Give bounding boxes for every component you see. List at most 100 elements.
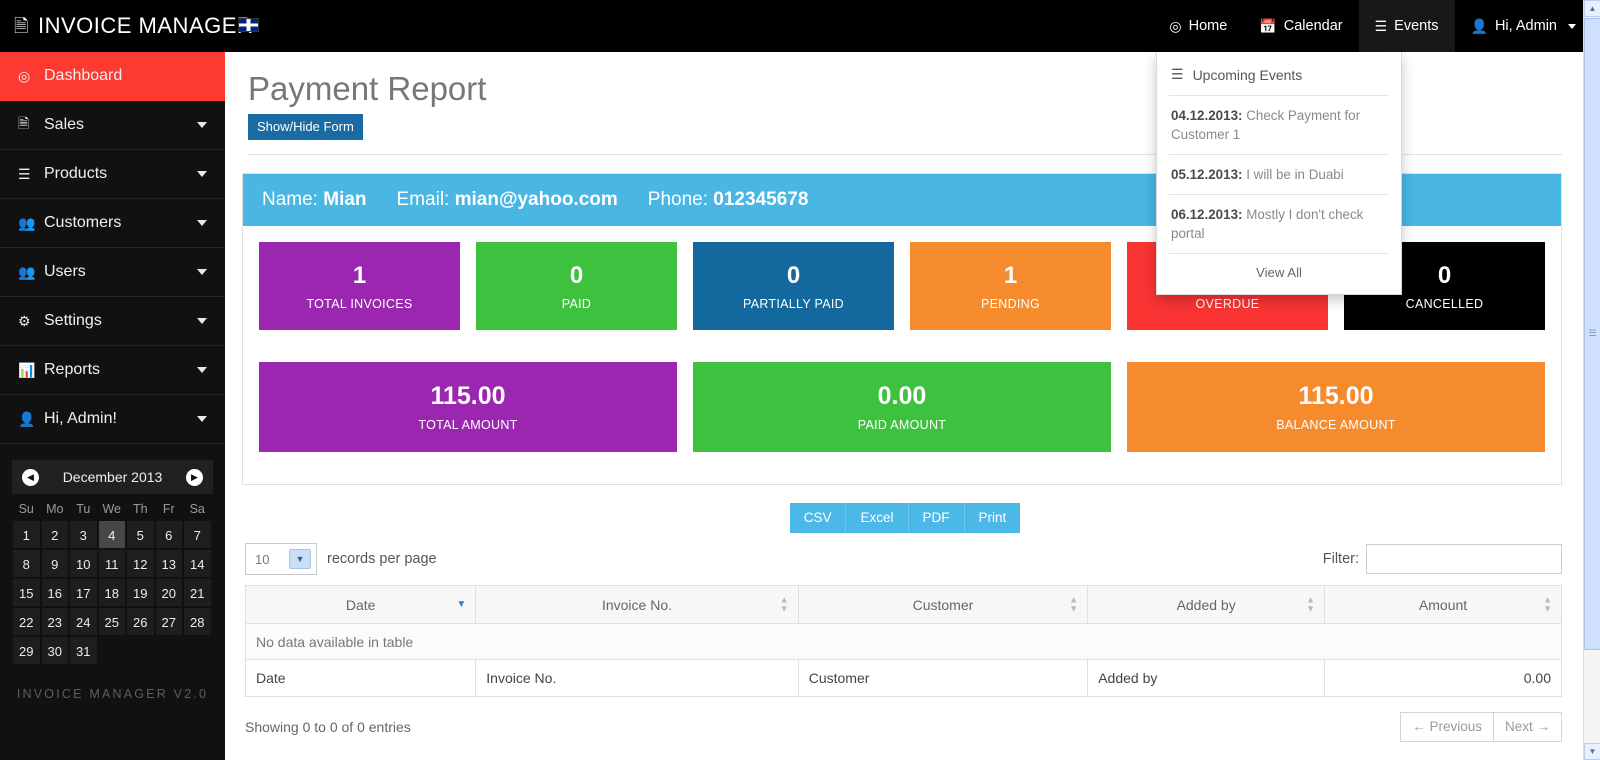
amount-value: 115.00 [1298,382,1374,410]
calendar-day[interactable]: 16 [40,578,69,607]
brand-title: INVOICE MANAGER [37,13,254,38]
column-header-date[interactable]: Date ▼ [244,585,477,624]
calendar-day[interactable]: 11 [97,549,126,578]
calendar-prev-icon[interactable]: ◀ [22,468,39,486]
calendar-day[interactable]: 30 [40,636,69,665]
calendar-day[interactable]: 24 [69,607,98,636]
event-item[interactable]: 04.12.2013: Check Payment for Customer 1 [1157,96,1401,154]
calendar-day[interactable]: 12 [126,549,155,578]
header-label: Date [345,596,376,613]
calendar-day[interactable]: 31 [69,636,98,665]
nav-item-home[interactable]: ◎ Home [1153,0,1243,52]
calendar-day[interactable]: 8 [12,549,41,578]
dow-label: Fr [162,502,175,516]
payment-report-table: Date ▼ Invoice No. ▲ ▼ Customer ▲ ▼ Added … [244,585,1562,697]
column-header-invoice-no[interactable]: Invoice No. ▲ ▼ [475,585,799,624]
footer-invoice-no: Invoice No. [475,659,799,697]
filter-input[interactable] [1366,544,1562,574]
column-header-added-by[interactable]: Added by ▲ ▼ [1087,585,1326,624]
top-navigation-bar: 🗎 INVOICE MANAGER ◎ Home 📅 Calendar ☰ Ev… [0,0,1600,52]
brand-logo[interactable]: 🗎 INVOICE MANAGER [14,0,253,52]
calendar-day[interactable]: 21 [183,578,212,607]
scroll-down-icon[interactable]: ▼ [1584,743,1600,760]
export-excel-button[interactable]: Excel [846,503,909,533]
stat-tile-total-invoices[interactable]: 1 TOTAL INVOICES [259,242,460,330]
calendar-day[interactable]: 27 [154,607,183,636]
view-all-link[interactable]: View All [1157,254,1401,292]
calendar-day[interactable]: 18 [97,578,126,607]
sidebar-label: Hi, Admin! [44,410,117,427]
amount-tile-paid[interactable]: 0.00 PAID AMOUNT [693,362,1111,452]
event-item[interactable]: 05.12.2013: I will be in Duabi [1157,155,1401,194]
calendar-day[interactable]: 19 [126,578,155,607]
nav-item-calendar[interactable]: 📅 Calendar [1243,0,1358,52]
scroll-up-icon[interactable]: ▲ [1584,0,1600,17]
calendar-day[interactable]: 7 [183,520,212,549]
nav-item-events[interactable]: ☰ Events [1358,0,1455,52]
calendar-day[interactable]: 26 [126,607,155,636]
calendar-day[interactable]: 1 [12,520,41,549]
nav-item-admin[interactable]: 👤 Hi, Admin [1455,0,1593,52]
calendar-day[interactable]: 25 [97,607,126,636]
calendar-next-icon[interactable]: ▶ [186,468,203,486]
calendar-day[interactable]: 6 [154,520,183,549]
name-value: Mian [323,189,367,210]
calendar-day[interactable]: 29 [12,636,41,665]
sidebar-label: Sales [44,116,85,133]
chevron-down-icon [197,416,207,422]
sidebar-item-sales[interactable]: 🗎 Sales [0,101,225,150]
calendar-day[interactable]: 17 [69,578,98,607]
amount-tile-total[interactable]: 115.00 TOTAL AMOUNT [259,362,677,452]
uk-flag-icon[interactable] [238,18,259,32]
sort-icon: ▲ ▼ [1306,594,1316,614]
event-item[interactable]: 06.12.2013: Mostly I don't check portal [1157,195,1401,253]
stat-label: CANCELLED [1405,296,1484,311]
events-header-label: Upcoming Events [1192,66,1303,83]
scrollbar-thumb[interactable]: ☰ [1584,18,1600,650]
show-hide-form-button[interactable]: Show/Hide Form [248,114,363,140]
sidebar-item-admin[interactable]: 👤 Hi, Admin! [0,395,225,444]
dow-label: Tu [76,502,91,516]
file-invoice-icon: 🗎 [14,16,29,36]
sidebar-item-customers[interactable]: 👥 Customers [0,199,225,248]
sidebar-item-reports[interactable]: 📊 Reports [0,346,225,395]
stat-tile-pending[interactable]: 1 PENDING [910,242,1111,330]
sidebar-item-products[interactable]: ☰ Products [0,150,225,199]
calendar-day[interactable]: 10 [69,549,98,578]
calendar-day[interactable]: 22 [12,607,41,636]
export-csv-button[interactable]: CSV [789,503,847,533]
calendar-day[interactable]: 23 [40,607,69,636]
previous-page-button[interactable]: ← Previous [1400,712,1493,742]
sidebar-item-users[interactable]: 👥 Users [0,248,225,297]
calendar-day-today[interactable]: 4 [97,520,126,549]
calendar-day[interactable]: 2 [40,520,69,549]
stat-value: 0 [569,261,584,289]
records-per-page-value: 10 [255,551,270,567]
sidebar-item-dashboard[interactable]: ◎ Dashboard [0,52,225,101]
calendar-day[interactable]: 15 [12,578,41,607]
amount-tile-balance[interactable]: 115.00 BALANCE AMOUNT [1127,362,1545,452]
calendar-header: ◀ December 2013 ▶ [12,460,213,494]
export-pdf-button[interactable]: PDF [908,503,965,533]
calendar-day[interactable]: 3 [69,520,98,549]
export-print-button[interactable]: Print [964,503,1021,533]
column-header-amount[interactable]: Amount ▲ ▼ [1324,585,1562,624]
calendar-day[interactable]: 5 [126,520,155,549]
sidebar-label: Products [44,165,108,182]
records-per-page-select[interactable]: 10 ▼ [245,543,317,575]
stat-tile-paid[interactable]: 0 PAID [476,242,677,330]
stat-tile-partially-paid[interactable]: 0 PARTIALLY PAID [693,242,894,330]
list-icon: ☰ [1374,17,1388,34]
next-page-button[interactable]: Next → [1492,712,1562,742]
page-scrollbar[interactable]: ▲ ☰ ▼ [1583,0,1600,760]
calendar-day[interactable]: 28 [183,607,212,636]
sidebar-label: Settings [44,312,102,329]
column-header-customer[interactable]: Customer ▲ ▼ [797,585,1089,624]
panel-spacer [243,468,1561,484]
calendar-day[interactable]: 20 [154,578,183,607]
dashboard-icon: ◎ [1169,17,1182,34]
sidebar-item-settings[interactable]: ⚙ Settings [0,297,225,346]
calendar-day[interactable]: 14 [183,549,212,578]
calendar-day[interactable]: 9 [40,549,69,578]
calendar-day[interactable]: 13 [154,549,183,578]
